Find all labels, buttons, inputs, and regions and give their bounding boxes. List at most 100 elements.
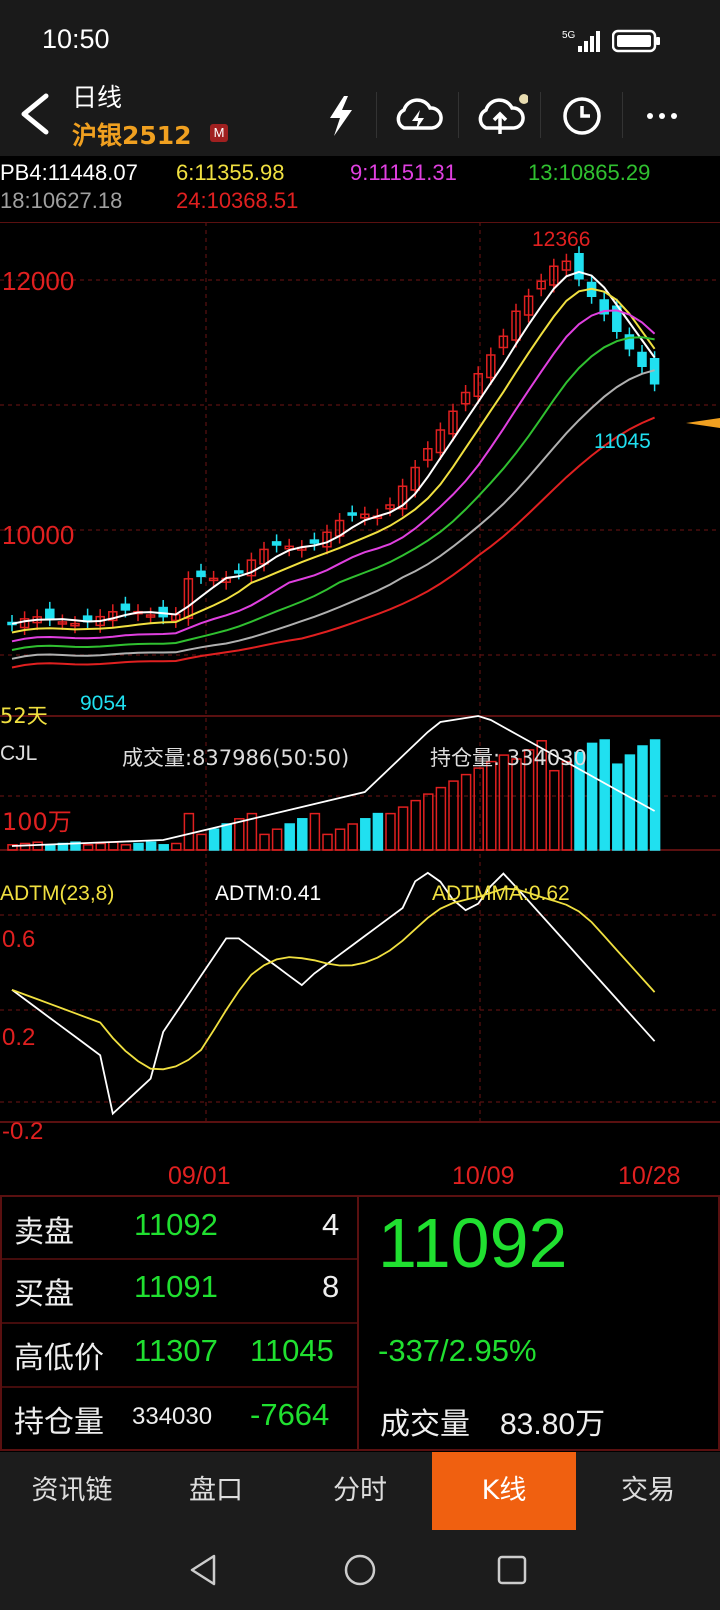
clock-icon[interactable] xyxy=(554,94,610,138)
quote-panel: 卖盘 11092 4 买盘 11091 8 高低价 11307 11045 持仓… xyxy=(0,1195,720,1451)
lightning-icon[interactable] xyxy=(314,94,370,138)
candle-body xyxy=(347,512,357,516)
oi-value: 334030 xyxy=(132,1403,213,1430)
candle-body xyxy=(574,253,584,280)
buy-price: 11091 xyxy=(134,1269,218,1304)
adtm-lines xyxy=(11,871,656,1116)
volume-bar xyxy=(649,739,661,851)
adtm-value: ADTM:0.41 xyxy=(215,882,322,905)
tab-orderbook[interactable]: 盘口 xyxy=(144,1452,288,1530)
tab-news[interactable]: 资讯链 xyxy=(0,1452,144,1530)
more-icon[interactable] xyxy=(640,94,696,138)
ma-9-line xyxy=(11,309,656,643)
volume-bar xyxy=(133,842,144,851)
ma-24: 24:10368.51 xyxy=(176,188,299,213)
volume-bar xyxy=(309,812,321,851)
ma-9: 9:11151.31 xyxy=(350,160,457,185)
tab-trade[interactable]: 交易 xyxy=(576,1452,720,1530)
system-nav-bar xyxy=(0,1530,720,1610)
cloud-upload-icon[interactable] xyxy=(472,94,529,138)
adtm-y-label-neg0.2: -0.2 xyxy=(2,1118,44,1145)
ma-lines xyxy=(11,270,656,669)
nav-home-icon[interactable] xyxy=(342,1552,378,1592)
back-icon[interactable] xyxy=(14,90,58,138)
volume-bar xyxy=(284,823,295,851)
ma-pb4: PB4:11448.07 xyxy=(0,160,138,185)
date-label: 10/28 xyxy=(618,1162,681,1190)
header-divider xyxy=(458,92,459,138)
ma-6: 6:11355.98 xyxy=(176,160,285,185)
volume-bar xyxy=(486,760,497,851)
date-label: 09/01 xyxy=(168,1162,231,1190)
ma-18: 18:10627.18 xyxy=(0,188,123,213)
volume-bar xyxy=(145,841,157,851)
volume-bars xyxy=(7,715,661,851)
volume-text: 成交量:837986(50:50) xyxy=(122,746,350,770)
volume-bar xyxy=(372,812,384,851)
volume-bar xyxy=(423,793,434,851)
status-time: 10:50 xyxy=(42,24,110,54)
chart-grid xyxy=(0,222,720,1123)
last-low-label: 11045 xyxy=(594,430,651,453)
oi-change: -7664 xyxy=(250,1397,330,1432)
open-interest-text: 持仓量: 334030 xyxy=(430,746,587,770)
low-price: 11045 xyxy=(250,1333,334,1368)
volume-title: CJL xyxy=(0,742,38,765)
candle-body xyxy=(45,608,55,620)
network-label: 5G xyxy=(562,30,576,41)
tab-kline[interactable]: K线 xyxy=(432,1452,576,1530)
adtm-y-label-0.2: 0.2 xyxy=(2,1024,36,1051)
volume-bar xyxy=(435,786,447,851)
y-label-12000: 12000 xyxy=(2,266,75,296)
period-label[interactable]: 日线 xyxy=(72,78,122,114)
nav-back-icon[interactable] xyxy=(186,1552,222,1592)
ma-6-line xyxy=(11,287,656,634)
ma-24-line xyxy=(11,416,655,669)
adtm-title: ADTM(23,8) xyxy=(0,882,115,905)
last-price: 11092 xyxy=(378,1204,568,1282)
volume-label: 成交量 xyxy=(380,1407,470,1442)
nav-recents-icon[interactable] xyxy=(494,1552,530,1592)
price-change: -337/2.95% xyxy=(378,1333,537,1368)
volume-bar xyxy=(183,812,195,851)
volume-bar xyxy=(385,812,396,851)
bottom-tab-bar: 资讯链 盘口 分时 K线 交易 xyxy=(0,1452,720,1530)
contract-name[interactable]: 沪银2512 xyxy=(72,116,192,152)
ma-pb4-line xyxy=(11,270,656,625)
volume-bar xyxy=(360,818,371,851)
volume-bar xyxy=(397,806,409,851)
volume-bar xyxy=(599,739,610,851)
y-label-10000: 10000 xyxy=(2,520,75,550)
volume-bar xyxy=(347,823,358,851)
volume-bar xyxy=(473,767,484,851)
tab-intraday[interactable]: 分时 xyxy=(288,1452,432,1530)
signal-icon: 5G xyxy=(562,28,606,54)
volume-bar xyxy=(221,823,232,851)
volume-bar xyxy=(158,844,169,851)
candle-body xyxy=(196,570,206,578)
volume-bar xyxy=(624,754,636,851)
high-low-label: 高低价 xyxy=(14,1341,104,1376)
volume-bar xyxy=(561,760,573,851)
candle-body xyxy=(309,539,320,544)
volume-bar xyxy=(32,841,43,851)
volume-bar xyxy=(208,828,220,851)
adtm-y-label-0.6: 0.6 xyxy=(2,926,36,953)
buy-label: 买盘 xyxy=(14,1277,74,1312)
volume-y-label: 100万 xyxy=(2,808,72,836)
volume-value: 83.80万 xyxy=(500,1408,606,1441)
volume-bar xyxy=(410,799,421,851)
buy-qty: 8 xyxy=(322,1269,340,1304)
oi-label: 持仓量 xyxy=(14,1405,104,1440)
ma-13: 13:10865.29 xyxy=(528,160,651,185)
candle-body xyxy=(271,541,282,546)
header-divider xyxy=(376,92,377,138)
volume-bar xyxy=(259,833,270,851)
ma-13-line xyxy=(11,336,655,651)
sell-label: 卖盘 xyxy=(14,1215,74,1250)
header-divider xyxy=(622,92,623,138)
low-price-label: 9054 xyxy=(80,692,127,715)
adtmma-value: ADTMMA:0.62 xyxy=(432,882,570,905)
volume-bar xyxy=(549,769,560,851)
cloud-sync-icon[interactable] xyxy=(390,94,446,138)
